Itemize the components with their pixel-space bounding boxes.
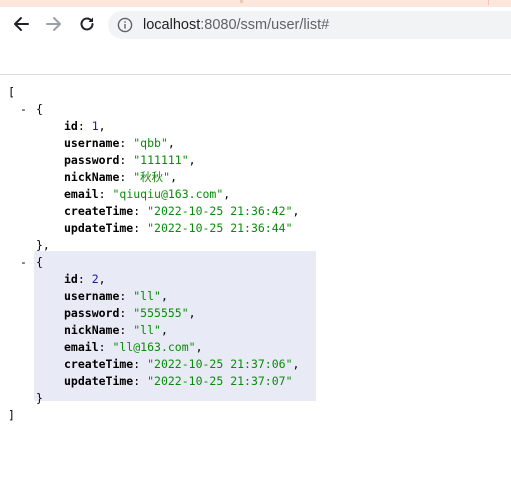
tab-mark	[240, 0, 243, 3]
field-colon: :	[119, 153, 134, 167]
field-key: updateTime	[64, 221, 134, 235]
json-close-bracket: ]	[8, 407, 15, 424]
field-colon: :	[119, 323, 134, 337]
field-value: "2022-10-25 21:37:06"	[147, 357, 293, 371]
toolbar-divider	[0, 74, 511, 75]
browser-toolbar: localhost:8080/ssm/user/list#	[0, 7, 511, 43]
close-brace: }	[36, 391, 43, 405]
json-field-row: nickName: "秋秋",	[64, 169, 177, 186]
field-comma: ,	[292, 204, 300, 218]
forward-button[interactable]	[39, 9, 69, 39]
field-key: nickName	[64, 323, 120, 337]
field-key: createTime	[64, 204, 134, 218]
field-colon: :	[133, 204, 148, 218]
field-value: 2	[91, 272, 99, 286]
reload-button[interactable]	[72, 9, 102, 39]
json-field-row: nickName: "ll",	[64, 322, 168, 339]
field-comma: ,	[167, 136, 175, 150]
field-comma: ,	[160, 289, 168, 303]
field-colon: :	[119, 170, 134, 184]
field-value: "111111"	[133, 153, 189, 167]
field-comma: ,	[188, 153, 196, 167]
field-key: id	[64, 272, 78, 286]
open-bracket: [	[8, 85, 15, 99]
json-open-bracket: [	[8, 84, 15, 101]
address-bar[interactable]: localhost:8080/ssm/user/list#	[108, 11, 511, 39]
field-key: username	[64, 289, 120, 303]
field-comma: ,	[98, 119, 106, 133]
field-comma: ,	[223, 187, 231, 201]
field-colon: :	[98, 187, 113, 201]
record-open-brace: {	[36, 101, 43, 118]
collapse-toggle[interactable]: -	[20, 101, 27, 118]
field-colon: :	[119, 289, 134, 303]
field-value: "2022-10-25 21:36:42"	[147, 204, 293, 218]
field-value: "ll@163.com"	[112, 340, 196, 354]
open-brace: {	[36, 102, 43, 116]
json-field-row: password: "555555",	[64, 305, 196, 322]
field-colon: :	[77, 119, 92, 133]
json-field-row: username: "ll",	[64, 288, 168, 305]
field-colon: :	[133, 357, 148, 371]
json-field-row: updateTime: "2022-10-25 21:36:44"	[64, 220, 293, 237]
url-text[interactable]: localhost:8080/ssm/user/list#	[143, 17, 329, 33]
collapse-toggle[interactable]: -	[20, 254, 27, 271]
field-value: "秋秋"	[133, 170, 171, 184]
field-value: "qiuqiu@163.com"	[112, 187, 224, 201]
field-value: "555555"	[133, 306, 189, 320]
field-key: username	[64, 136, 120, 150]
tab-strip	[0, 0, 511, 7]
json-field-row: username: "qbb",	[64, 135, 175, 152]
reload-icon	[80, 17, 94, 31]
field-comma: ,	[195, 340, 203, 354]
json-field-row: password: "111111",	[64, 152, 196, 169]
json-field-row: createTime: "2022-10-25 21:36:42",	[64, 203, 299, 220]
json-field-row: email: "qiuqiu@163.com",	[64, 186, 230, 203]
json-field-row: email: "ll@163.com",	[64, 339, 203, 356]
field-key: updateTime	[64, 374, 134, 388]
field-comma: ,	[98, 272, 106, 286]
field-key: nickName	[64, 170, 120, 184]
close-brace: },	[36, 238, 50, 252]
json-field-row: id: 2,	[64, 271, 106, 288]
field-key: id	[64, 119, 78, 133]
field-value: "ll"	[133, 323, 161, 337]
url-path: :8080/ssm/user/list#	[200, 17, 330, 33]
record-open-brace: {	[36, 254, 43, 271]
field-comma: ,	[160, 323, 168, 337]
field-value: 1	[91, 119, 99, 133]
url-host: localhost	[143, 17, 201, 33]
tab-edge	[488, 0, 489, 5]
field-key: email	[64, 340, 99, 354]
arrow-left-icon	[14, 17, 29, 31]
field-colon: :	[119, 306, 134, 320]
info-circle-icon[interactable]	[117, 17, 133, 33]
arrow-right-icon	[46, 17, 61, 31]
field-value: "qbb"	[133, 136, 168, 150]
open-brace: {	[36, 255, 43, 269]
field-key: password	[64, 306, 120, 320]
field-value: "2022-10-25 21:36:44"	[147, 221, 293, 235]
close-bracket: ]	[8, 408, 15, 422]
record-close-brace: }	[36, 390, 43, 407]
field-colon: :	[133, 221, 148, 235]
field-key: email	[64, 187, 99, 201]
field-key: createTime	[64, 357, 134, 371]
field-value: "ll"	[133, 289, 161, 303]
field-colon: :	[98, 340, 113, 354]
json-field-row: createTime: "2022-10-25 21:37:06",	[64, 356, 299, 373]
field-colon: :	[119, 136, 134, 150]
field-comma: ,	[292, 357, 300, 371]
json-field-row: updateTime: "2022-10-25 21:37:07"	[64, 373, 293, 390]
field-value: "2022-10-25 21:37:07"	[147, 374, 293, 388]
json-field-row: id: 1,	[64, 118, 106, 135]
field-colon: :	[133, 374, 148, 388]
field-key: password	[64, 153, 120, 167]
record-close-brace: },	[36, 237, 50, 254]
field-comma: ,	[170, 170, 178, 184]
field-comma: ,	[188, 306, 196, 320]
back-button[interactable]	[6, 9, 36, 39]
field-colon: :	[77, 272, 92, 286]
